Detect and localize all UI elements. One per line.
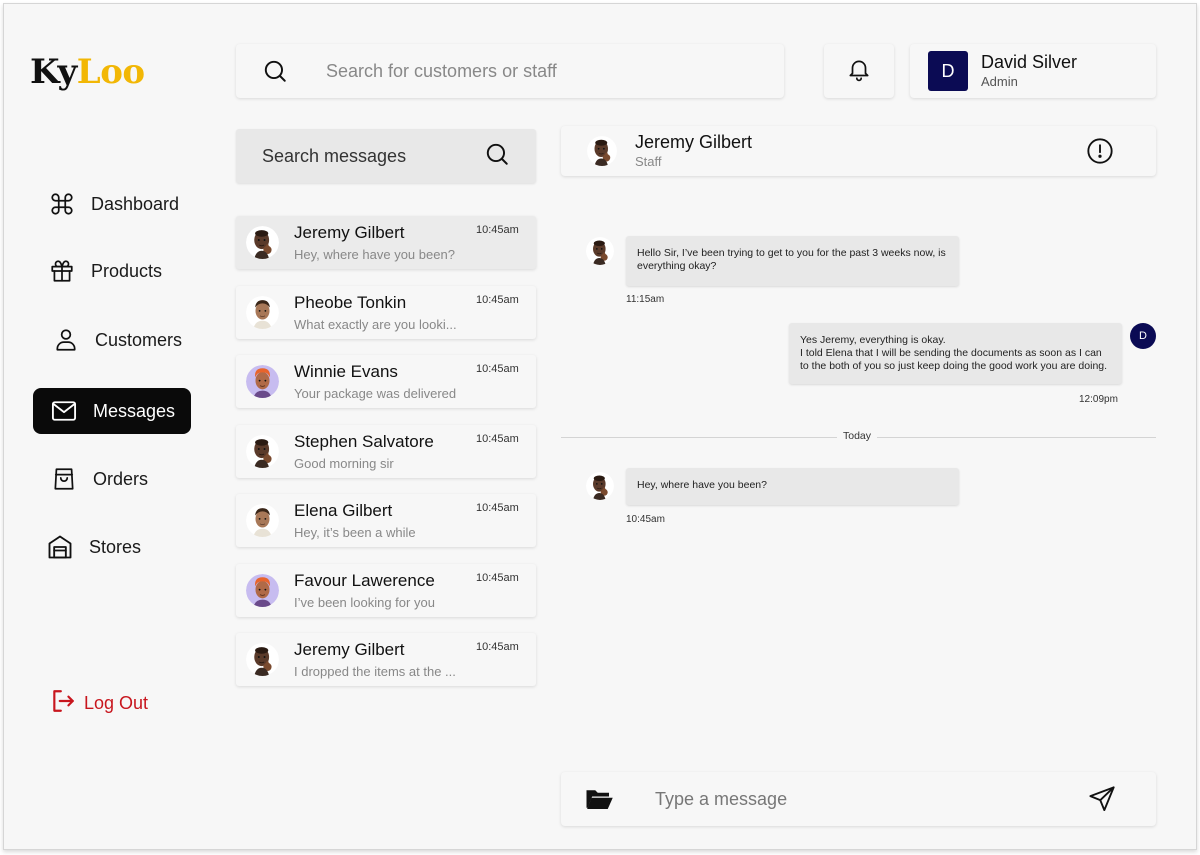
avatar xyxy=(246,226,279,259)
user-icon xyxy=(51,325,81,355)
sidebar-item-stores[interactable]: Stores xyxy=(33,524,191,570)
sidebar-item-label: Products xyxy=(91,260,163,281)
mail-icon xyxy=(49,396,79,426)
conversation-preview: What exactly are you looki... xyxy=(294,317,457,332)
sidebar-item-products[interactable]: Products xyxy=(33,248,191,294)
logout-icon xyxy=(50,688,76,719)
conversation-preview: Good morning sir xyxy=(294,456,394,471)
conversation-name: Favour Lawerence xyxy=(294,571,435,590)
conversation-item[interactable]: Pheobe Tonkin What exactly are you looki… xyxy=(236,286,536,339)
conversation-item[interactable]: Favour Lawerence I’ve been looking for y… xyxy=(236,564,536,617)
app-window: KyLoo Dashboard Products Customers Messa… xyxy=(3,3,1197,850)
message-time: 12:09pm xyxy=(1079,394,1118,405)
chat-contact-name: Jeremy Gilbert xyxy=(635,132,753,152)
message-bubble: Hey, where have you been? xyxy=(626,468,959,505)
avatar xyxy=(246,504,279,537)
sidebar-item-label: Messages xyxy=(93,400,176,421)
message-time: 10:45am xyxy=(626,514,665,525)
conversation-time: 10:45am xyxy=(476,641,519,653)
conversation-name: Jeremy Gilbert xyxy=(294,640,405,659)
shopping-bag-icon xyxy=(49,464,79,494)
global-search xyxy=(236,44,784,98)
message-input[interactable] xyxy=(655,788,1055,810)
sidebar-item-dashboard[interactable]: Dashboard xyxy=(33,181,191,227)
logout-button[interactable]: Log Out xyxy=(50,688,148,719)
conversation-name: Winnie Evans xyxy=(294,362,398,381)
conversation-item[interactable]: Jeremy Gilbert I dropped the items at th… xyxy=(236,633,536,686)
conversation-time: 10:45am xyxy=(476,224,519,236)
sidebar-item-label: Orders xyxy=(93,468,149,489)
conversation-preview: Hey, where have you been? xyxy=(294,247,455,262)
conversation-time: 10:45am xyxy=(476,502,519,514)
conversation-time: 10:45am xyxy=(476,572,519,584)
brand-logo-part1: Ky xyxy=(30,52,77,92)
avatar xyxy=(586,472,614,500)
sidebar-item-label: Dashboard xyxy=(91,193,180,214)
avatar xyxy=(246,574,279,607)
message-time: 11:15am xyxy=(626,294,665,305)
conversation-time: 10:45am xyxy=(476,433,519,445)
conversation-item[interactable]: Winnie Evans Your package was delivered … xyxy=(236,355,536,408)
user-role: Admin xyxy=(981,74,1018,89)
command-icon xyxy=(47,189,77,219)
user-profile[interactable]: D David Silver Admin xyxy=(910,44,1156,98)
folder-icon[interactable] xyxy=(583,783,615,815)
send-icon[interactable] xyxy=(1088,785,1116,813)
message-composer xyxy=(561,772,1156,826)
store-icon xyxy=(45,532,75,562)
sidebar-item-label: Stores xyxy=(89,536,142,557)
sidebar-item-label: Customers xyxy=(95,329,183,350)
sidebar-item-customers[interactable]: Customers xyxy=(33,317,191,363)
conversation-preview: Your package was delivered xyxy=(294,386,457,401)
user-name: David Silver xyxy=(981,52,1078,72)
message-text-line: I told Elena that I will be sending the … xyxy=(800,347,1108,372)
chat-header: Jeremy Gilbert Staff xyxy=(561,126,1156,176)
conversation-name: Jeremy Gilbert xyxy=(294,223,405,242)
global-search-input[interactable] xyxy=(326,60,746,82)
gift-icon xyxy=(47,256,77,286)
avatar xyxy=(246,365,279,398)
messages-search xyxy=(236,129,536,183)
conversation-name: Elena Gilbert xyxy=(294,501,393,520)
conversation-preview: I dropped the items at the ... xyxy=(294,664,456,679)
conversation-item[interactable]: Jeremy Gilbert Hey, where have you been?… xyxy=(236,216,536,269)
avatar xyxy=(246,643,279,676)
avatar xyxy=(586,237,614,265)
message-bubble: Hello Sir, I’ve been trying to get to yo… xyxy=(626,236,959,286)
info-icon[interactable] xyxy=(1086,137,1114,165)
chat-contact-role: Staff xyxy=(635,154,662,169)
brand-logo-part2: Loo xyxy=(76,52,145,92)
messages-search-input[interactable] xyxy=(262,145,462,167)
sidebar-item-messages[interactable]: Messages xyxy=(33,388,191,434)
brand-logo[interactable]: KyLoo xyxy=(30,52,145,92)
conversation-item[interactable]: Elena Gilbert Hey, it’s been a while 10:… xyxy=(236,494,536,547)
search-icon[interactable] xyxy=(484,141,510,172)
search-icon[interactable] xyxy=(260,56,290,86)
avatar xyxy=(246,296,279,329)
avatar: D xyxy=(928,51,968,91)
notifications-button[interactable] xyxy=(824,44,894,98)
conversation-preview: Hey, it’s been a while xyxy=(294,525,416,540)
bell-icon xyxy=(846,56,872,87)
logout-label: Log Out xyxy=(84,693,149,713)
message-bubble: Yes Jeremy, everything is okay. I told E… xyxy=(789,323,1122,384)
conversation-name: Pheobe Tonkin xyxy=(294,293,407,312)
sidebar-item-orders[interactable]: Orders xyxy=(33,456,191,502)
date-divider-label: Today xyxy=(837,430,878,442)
avatar: D xyxy=(1130,323,1156,349)
message-text-line: Yes Jeremy, everything is okay. xyxy=(800,334,946,346)
conversation-item[interactable]: Stephen Salvatore Good morning sir 10:45… xyxy=(236,425,536,478)
conversation-time: 10:45am xyxy=(476,294,519,306)
avatar xyxy=(587,136,617,166)
avatar xyxy=(246,435,279,468)
conversation-preview: I’ve been looking for you xyxy=(294,595,435,610)
conversation-name: Stephen Salvatore xyxy=(294,432,434,451)
conversation-time: 10:45am xyxy=(476,363,519,375)
